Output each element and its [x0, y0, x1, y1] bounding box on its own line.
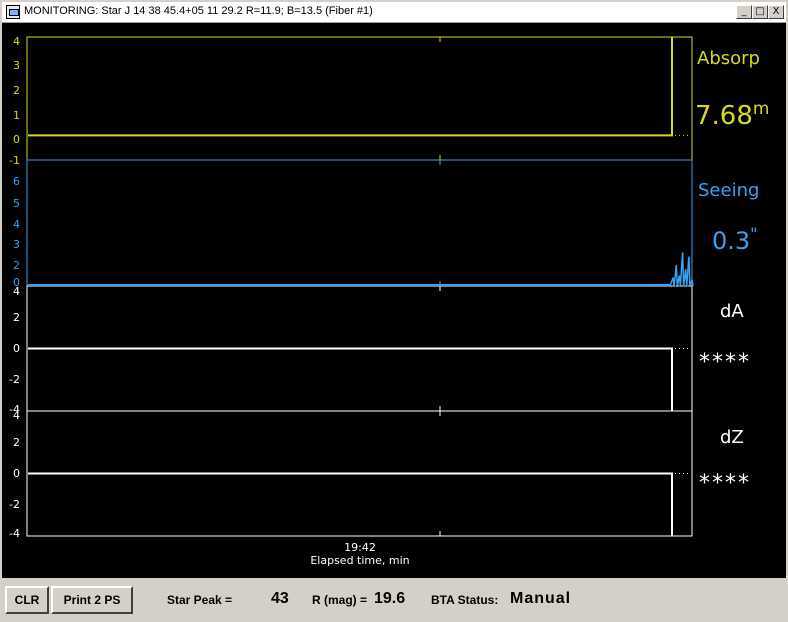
close-button[interactable]: X: [768, 5, 784, 19]
print-ps-button[interactable]: Print 2 PS: [51, 586, 133, 614]
da-value: ****: [699, 350, 751, 375]
da-series-line: [28, 347, 673, 411]
dz-series-line: [28, 472, 673, 536]
star-peak-label: Star Peak =: [167, 593, 233, 607]
absorp-tick-0: 0: [13, 133, 20, 146]
absorp-tick-1: 1: [13, 109, 20, 122]
absorp-value-unit: m: [753, 99, 770, 119]
seeing-value: 0.3": [712, 224, 758, 255]
da-tick-0: 0: [13, 342, 20, 355]
minimize-button[interactable]: _: [736, 5, 752, 19]
bta-status-label: BTA Status:: [431, 593, 499, 607]
absorp-panel-frame: [26, 36, 693, 161]
bottom-toolbar: CLR Print 2 PS Star Peak = 43 R (mag) = …: [0, 580, 788, 622]
rmag-label: R (mag) =: [312, 593, 368, 607]
da-label: dA: [720, 301, 744, 322]
rmag-value: 19.6: [374, 590, 406, 607]
seeing-value-number: 0.3: [712, 227, 750, 255]
absorp-tick-2: 2: [13, 84, 20, 97]
x-tick-label: 19:42: [344, 541, 376, 554]
dz-tick-m4: -4: [9, 527, 20, 540]
maximize-button[interactable]: □: [752, 5, 768, 19]
monitoring-window: MONITORING: Star J 14 38 45.4+05 11 29.2…: [0, 0, 788, 622]
dz-tick-0: 0: [13, 467, 20, 480]
absorp-tick-4: 4: [13, 35, 20, 48]
absorp-tick-m1: -1: [9, 154, 20, 167]
window-title: MONITORING: Star J 14 38 45.4+05 11 29.2…: [24, 5, 373, 17]
seeing-label: Seeing: [698, 180, 759, 201]
da-tick-2: 2: [13, 311, 20, 324]
dz-tick-m2: -2: [9, 498, 20, 511]
monitoring-plots: 4 3 2 1 0 -1 6 5 4 3 2 1 0 4 2 0 -2 -4 4…: [2, 23, 786, 578]
seeing-tick-3: 3: [13, 238, 20, 251]
seeing-tick-4: 4: [13, 218, 20, 231]
clr-button[interactable]: CLR: [5, 586, 49, 614]
dz-value: ****: [699, 471, 751, 496]
title-bar: MONITORING: Star J 14 38 45.4+05 11 29.2…: [2, 2, 786, 23]
seeing-spikes-line: [669, 252, 694, 287]
app-icon: [6, 5, 20, 19]
dz-tick-4: 4: [13, 409, 20, 422]
absorp-series-line: [28, 37, 673, 137]
absorp-value: 7.68m: [695, 99, 769, 131]
da-tick-4: 4: [13, 285, 20, 298]
seeing-value-unit: ": [750, 224, 757, 243]
seeing-tick-5: 5: [13, 197, 20, 210]
x-axis-title: Elapsed time, min: [310, 554, 409, 567]
seeing-tick-6: 6: [13, 175, 20, 188]
dz-label: dZ: [720, 427, 744, 448]
absorp-label: Absorp: [697, 48, 760, 69]
seeing-panel-frame: [26, 159, 693, 287]
dz-tick-2: 2: [13, 436, 20, 449]
bta-status-value: Manual: [510, 590, 572, 607]
absorp-tick-3: 3: [13, 59, 20, 72]
da-tick-m2: -2: [9, 373, 20, 386]
absorp-value-number: 7.68: [695, 101, 753, 131]
seeing-tick-2: 2: [13, 259, 20, 272]
star-peak-value: 43: [271, 590, 289, 607]
